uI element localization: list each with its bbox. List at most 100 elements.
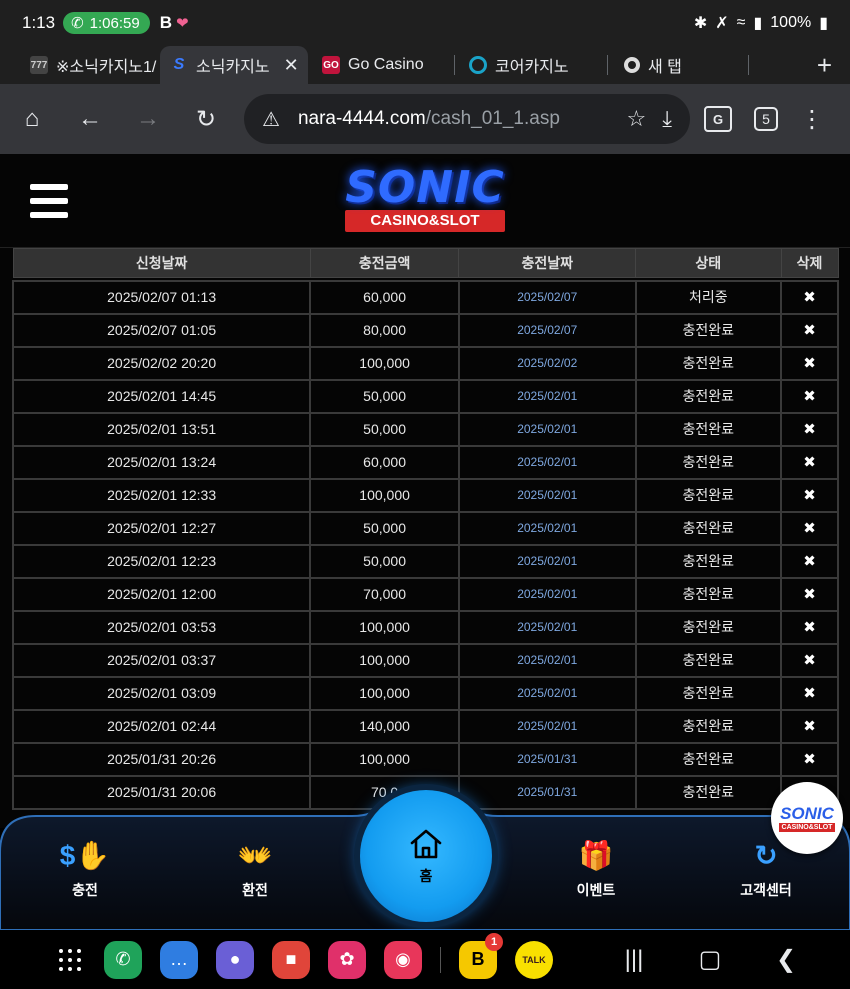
tab-new-tab[interactable]: 새 탭 [608, 46, 748, 84]
cell-request-date: 2025/02/01 14:45 [11, 378, 312, 414]
gallery-app-icon[interactable]: ✿ [328, 940, 366, 979]
cell-delete[interactable]: ✖ [780, 642, 839, 678]
cell-delete[interactable]: ✖ [780, 312, 839, 348]
address-bar[interactable]: ⚠ nara-4444.com/cash_01_1.asp ☆ ⤓ [244, 94, 690, 144]
nav-deposit[interactable]: $✋ 충전 [35, 838, 135, 900]
wifi-icon: ≈ [736, 14, 746, 31]
floating-sonic-logo-button[interactable]: SONIC CASINO&SLOT [771, 782, 843, 854]
tab-title: 새 탭 [648, 59, 682, 76]
sonic-favicon-icon: S [173, 56, 185, 73]
close-tab-icon[interactable]: ✕ [284, 55, 299, 76]
cell-amount: 140,000 [309, 708, 460, 744]
cell-charge-date[interactable]: 2025/01/31 [457, 741, 637, 777]
cell-status: 충전완료 [634, 444, 783, 480]
tab-count-button[interactable]: 5 [754, 107, 778, 131]
go-casino-favicon-icon: GO [322, 56, 340, 74]
clock: 1:13 [22, 13, 56, 32]
messages-app-icon[interactable]: … [160, 940, 198, 979]
translate-icon[interactable]: G [704, 106, 732, 132]
cell-charge-date[interactable]: 2025/02/01 [457, 543, 637, 579]
site-logo[interactable]: SONIC CASINO&SLOT [330, 166, 520, 238]
cell-delete[interactable]: ✖ [780, 609, 839, 645]
not-secure-warning-icon[interactable]: ⚠ [262, 107, 280, 132]
cell-charge-date[interactable]: 2025/02/01 [457, 609, 637, 645]
camera-app-icon[interactable]: ◉ [384, 940, 422, 979]
tab-sonic-casino-active[interactable]: S 소닉카지노 ✕ [160, 46, 308, 84]
internet-app-icon[interactable]: ● [216, 940, 254, 979]
cell-request-date: 2025/02/01 13:24 [11, 444, 312, 480]
back-nav-icon[interactable]: ❮ [771, 945, 801, 974]
tab-sonic-casino-1[interactable]: 777 ※소닉카지노1/ [0, 46, 160, 84]
cell-charge-date[interactable]: 2025/02/01 [457, 708, 637, 744]
table-row: 2025/02/01 12:33 100,000 2025/02/01 충전완료 ✖ [11, 477, 839, 513]
cell-charge-date[interactable]: 2025/02/02 [457, 345, 637, 381]
cell-amount: 50,000 [309, 510, 460, 546]
cell-charge-date[interactable]: 2025/02/01 [457, 477, 637, 513]
cell-delete[interactable]: ✖ [780, 345, 839, 381]
cell-delete[interactable]: ✖ [780, 279, 839, 315]
cell-request-date: 2025/02/01 12:00 [11, 576, 312, 612]
cell-request-date: 2025/02/01 13:51 [11, 411, 312, 447]
app-drawer-icon[interactable] [56, 946, 84, 974]
cell-delete[interactable]: ✖ [780, 741, 839, 777]
phone-icon: ✆ [71, 15, 84, 32]
heart-icon: ❤ [176, 15, 189, 32]
gift-icon: 🎁 [578, 840, 614, 871]
cell-charge-date[interactable]: 2025/02/07 [457, 312, 637, 348]
cell-delete[interactable]: ✖ [780, 510, 839, 546]
cell-charge-date[interactable]: 2025/01/31 [457, 774, 637, 810]
cell-amount: 60,000 [309, 279, 460, 315]
kakaotalk-app-icon[interactable]: TALK [515, 940, 553, 979]
tab-core-casino[interactable]: 코어카지노 [455, 46, 607, 84]
recent-apps-icon[interactable]: ||| [619, 946, 649, 974]
reload-icon[interactable]: ↻ [186, 99, 226, 139]
deposit-history-table: 신청날짜 충전금액 충전날짜 상태 삭제 2025/02/07 01:13 60,… [11, 248, 839, 810]
cell-charge-date[interactable]: 2025/02/01 [457, 642, 637, 678]
forward-arrow-icon[interactable]: → [128, 99, 168, 139]
home-icon[interactable]: ⌂ [12, 99, 52, 139]
url-text[interactable]: nara-4444.com/cash_01_1.asp [298, 108, 611, 130]
cell-delete[interactable]: ✖ [780, 675, 839, 711]
cell-charge-date[interactable]: 2025/02/01 [457, 675, 637, 711]
tab-go-casino[interactable]: GO Go Casino [308, 46, 454, 84]
cell-delete[interactable]: ✖ [780, 477, 839, 513]
cell-charge-date[interactable]: 2025/02/01 [457, 576, 637, 612]
cell-delete[interactable]: ✖ [780, 708, 839, 744]
download-icon[interactable]: ⤓ [662, 106, 672, 132]
taskbar-separator [440, 946, 441, 973]
table-row: 2025/01/31 20:26 100,000 2025/01/31 충전완료 ✖ [11, 741, 839, 777]
home-nav-icon[interactable]: ▢ [695, 945, 725, 974]
table-row: 2025/02/07 01:13 60,000 2025/02/07 처리중 ✖ [11, 279, 839, 315]
cell-charge-date[interactable]: 2025/02/07 [457, 279, 637, 315]
cell-delete[interactable]: ✖ [780, 411, 839, 447]
cell-delete[interactable]: ✖ [780, 444, 839, 480]
cell-delete[interactable]: ✖ [780, 378, 839, 414]
new-tab-plus-icon[interactable]: + [817, 50, 832, 81]
table-row: 2025/02/01 12:27 50,000 2025/02/01 충전완료 ✖ [11, 510, 839, 546]
back-arrow-icon[interactable]: ← [70, 99, 110, 139]
cell-charge-date[interactable]: 2025/02/01 [457, 411, 637, 447]
nav-home-label: 홈 [419, 868, 433, 884]
cell-charge-date[interactable]: 2025/02/01 [457, 444, 637, 480]
cell-delete[interactable]: ✖ [780, 543, 839, 579]
ongoing-call-pill[interactable]: ✆ 1:06:59 [63, 12, 150, 34]
nav-withdraw[interactable]: 👐 환전 [205, 838, 305, 900]
more-menu-icon[interactable]: ⋮ [800, 105, 824, 134]
cell-amount: 100,000 [309, 345, 460, 381]
nav-home-button[interactable]: 홈 [360, 790, 492, 922]
cell-request-date: 2025/02/07 01:05 [11, 312, 312, 348]
nav-support-label: 고객센터 [740, 882, 792, 898]
nav-event[interactable]: 🎁 이벤트 [546, 838, 646, 900]
cell-amount: 100,000 [309, 741, 460, 777]
phone-app-icon[interactable]: ✆ [104, 940, 142, 979]
nav-event-label: 이벤트 [576, 882, 616, 898]
url-path: /cash_01_1.asp [425, 108, 560, 129]
cell-delete[interactable]: ✖ [780, 576, 839, 612]
notes-app-icon[interactable]: ■ [272, 940, 310, 979]
cell-charge-date[interactable]: 2025/02/01 [457, 510, 637, 546]
cell-charge-date[interactable]: 2025/02/01 [457, 378, 637, 414]
b-app-icon[interactable]: B1 [459, 932, 503, 979]
hamburger-menu-icon[interactable] [30, 184, 68, 218]
cell-request-date: 2025/02/01 12:27 [11, 510, 312, 546]
bookmark-star-icon[interactable]: ☆ [627, 106, 647, 132]
